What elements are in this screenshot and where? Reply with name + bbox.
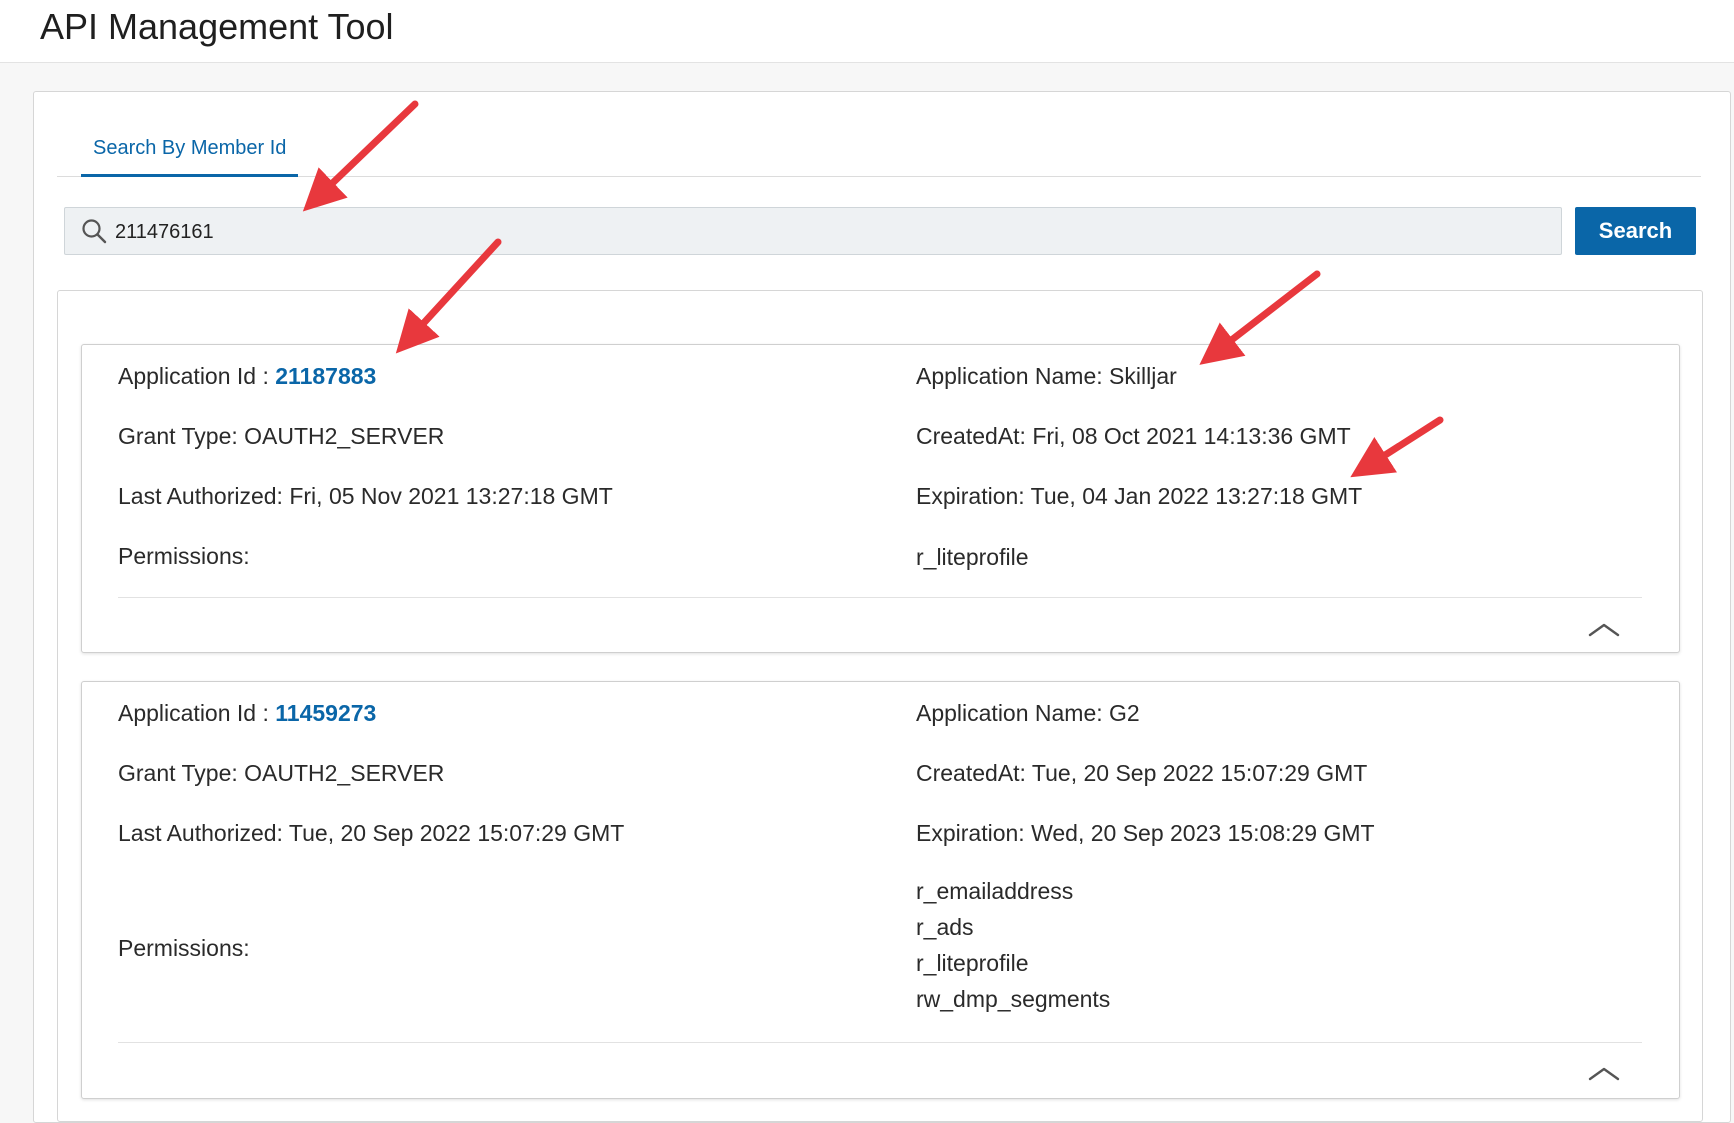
last-authorized-value: Tue, 20 Sep 2022 15:07:29 GMT [288,820,625,846]
application-id-label: Application Id : [118,700,276,726]
grant-type-value: OAUTH2_SERVER [244,423,445,449]
last-authorized-row: Last Authorized: Fri, 05 Nov 2021 13:27:… [118,483,613,510]
permissions-list: r_emailaddress r_ads r_liteprofile rw_dm… [916,873,1110,1017]
created-at-row: CreatedAt: Fri, 08 Oct 2021 14:13:36 GMT [916,423,1351,450]
search-button[interactable]: Search [1575,207,1696,255]
permissions-label: Permissions: [118,543,250,569]
card-divider [118,1042,1642,1043]
application-name-label: Application Name: [916,363,1110,389]
application-id-label: Application Id : [118,363,276,389]
expiration-label: Expiration: [916,483,1031,509]
expiration-value: Tue, 04 Jan 2022 13:27:18 GMT [1030,483,1363,509]
chevron-up-icon[interactable] [1584,615,1624,641]
application-name-label: Application Name: [916,700,1110,726]
permissions-list: r_liteprofile [916,539,1029,575]
grant-type-label: Grant Type: [118,760,245,786]
card-divider [118,597,1642,598]
last-authorized-label: Last Authorized: [118,483,290,509]
application-card: Application Id : 11459273 Application Na… [81,681,1680,1099]
permissions-label: Permissions: [118,935,250,961]
chevron-up-icon[interactable] [1584,1059,1624,1085]
app-title: API Management Tool [40,6,394,47]
permission-item: r_liteprofile [916,544,1029,570]
last-authorized-value: Fri, 05 Nov 2021 13:27:18 GMT [289,483,613,509]
tab-bar: Search By Member Id [57,130,1701,177]
expiration-row: Expiration: Wed, 20 Sep 2023 15:08:29 GM… [916,820,1375,847]
tab-search-by-member-id[interactable]: Search By Member Id [81,130,299,177]
application-name-value: G2 [1109,700,1140,726]
created-at-value: Fri, 08 Oct 2021 14:13:36 GMT [1032,423,1351,449]
grant-type-row: Grant Type: OAUTH2_SERVER [118,423,444,450]
created-at-value: Tue, 20 Sep 2022 15:07:29 GMT [1031,760,1368,786]
application-card: Application Id : 21187883 Application Na… [81,344,1680,653]
member-id-input[interactable] [113,214,1537,250]
permission-item: rw_dmp_segments [916,986,1111,1012]
application-id-link[interactable]: 21187883 [275,363,376,389]
created-at-row: CreatedAt: Tue, 20 Sep 2022 15:07:29 GMT [916,760,1367,787]
search-box[interactable] [64,207,1562,255]
expiration-row: Expiration: Tue, 04 Jan 2022 13:27:18 GM… [916,483,1362,510]
expiration-value: Wed, 20 Sep 2023 15:08:29 GMT [1031,820,1375,846]
application-id-row: Application Id : 21187883 [118,363,376,390]
grant-type-row: Grant Type: OAUTH2_SERVER [118,760,444,787]
last-authorized-row: Last Authorized: Tue, 20 Sep 2022 15:07:… [118,820,624,847]
application-name-value: Skilljar [1109,363,1177,389]
application-id-link[interactable]: 11459273 [275,700,376,726]
application-name-row: Application Name: G2 [916,700,1140,727]
search-icon [82,219,107,244]
grant-type-label: Grant Type: [118,423,245,449]
application-id-row: Application Id : 11459273 [118,700,376,727]
application-name-row: Application Name: Skilljar [916,363,1177,390]
grant-type-value: OAUTH2_SERVER [244,760,445,786]
permission-item: r_emailaddress [916,878,1074,904]
permission-item: r_liteprofile [916,950,1029,976]
app-header: API Management Tool [0,0,1734,63]
expiration-label: Expiration: [916,820,1032,846]
created-at-label: CreatedAt: [916,760,1032,786]
last-authorized-label: Last Authorized: [118,820,289,846]
created-at-label: CreatedAt: [916,423,1033,449]
permission-item: r_ads [916,914,974,940]
